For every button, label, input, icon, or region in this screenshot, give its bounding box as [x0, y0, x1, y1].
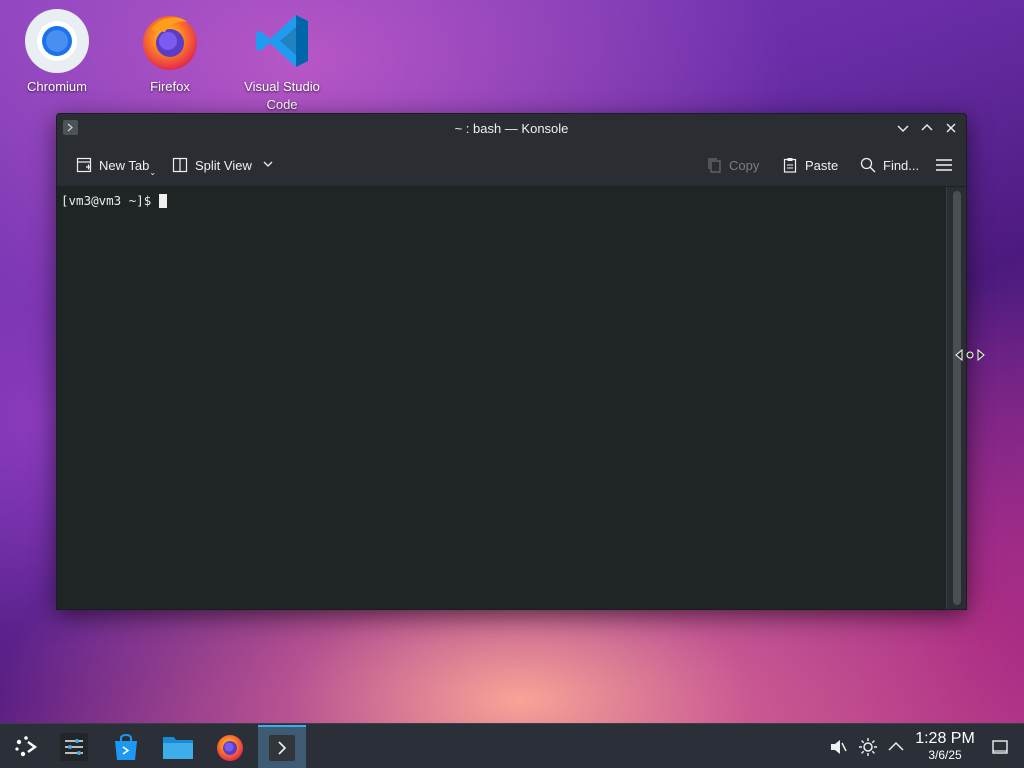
desktop-icon-firefox[interactable]: Firefox [122, 8, 218, 96]
resize-cursor-icon [955, 346, 985, 362]
volume-tray-button[interactable] [826, 724, 850, 768]
show-desktop-icon [992, 739, 1008, 754]
chevron-down-icon [897, 125, 909, 132]
shell-prompt: [vm3@vm3 ~]$ [61, 193, 152, 208]
terminal-scrollbar[interactable] [946, 187, 966, 609]
paste-button[interactable]: Paste [775, 150, 844, 180]
scrollbar-thumb[interactable] [953, 191, 961, 605]
volume-muted-icon [831, 739, 847, 754]
clock-time: 1:28 PM [915, 730, 975, 747]
hamburger-menu-icon [935, 156, 953, 174]
taskbar-discover[interactable] [102, 725, 150, 768]
taskbar-firefox[interactable] [206, 725, 254, 768]
vscode-icon [249, 8, 315, 74]
desktop-icon-label: Firefox [150, 79, 190, 94]
taskbar-konsole[interactable] [258, 725, 306, 768]
split-view-label: Split View [195, 157, 252, 173]
window-titlebar[interactable]: ~ : bash — Konsole [57, 114, 966, 143]
digital-clock[interactable]: 1:28 PM 3/6/25 [912, 730, 978, 762]
chevron-up-icon [921, 124, 933, 131]
chromium-icon [24, 8, 90, 74]
show-hidden-tray-button[interactable] [884, 724, 908, 768]
chevron-down-icon [262, 158, 274, 173]
application-launcher-button[interactable] [2, 725, 50, 768]
taskbar: 1:28 PM 3/6/25 [0, 723, 1024, 768]
system-settings-icon [60, 732, 88, 761]
search-icon [859, 156, 877, 174]
brightness-tray-button[interactable] [856, 724, 880, 768]
clock-date: 3/6/25 [928, 748, 962, 762]
discover-icon [115, 733, 137, 760]
dropdown-arrow-icon: ⌄ [149, 167, 157, 177]
show-desktop-button[interactable] [988, 724, 1012, 768]
terminal-area[interactable]: [vm3@vm3 ~]$ [57, 187, 947, 609]
new-tab-icon [75, 156, 93, 174]
split-view-icon [171, 156, 189, 174]
desktop-icon-chromium[interactable]: Chromium [9, 8, 105, 96]
hamburger-menu-button[interactable] [929, 150, 959, 180]
paste-icon [781, 156, 799, 174]
desktop-icon-vscode[interactable]: Visual Studio Code [234, 8, 330, 114]
copy-button[interactable]: Copy [699, 150, 765, 180]
brightness-icon [859, 737, 877, 756]
copy-icon [705, 156, 723, 174]
copy-label: Copy [729, 157, 760, 173]
paste-label: Paste [805, 157, 839, 173]
firefox-icon [137, 8, 203, 74]
konsole-icon [269, 734, 295, 761]
text-cursor [159, 193, 168, 208]
file-manager-icon [163, 736, 193, 759]
taskbar-system-settings[interactable] [50, 725, 98, 768]
maximize-button[interactable] [918, 119, 936, 137]
desktop-icon-label: Visual Studio Code [244, 79, 320, 112]
find-button[interactable]: Find... [853, 150, 925, 180]
window-title: ~ : bash — Konsole [454, 121, 569, 136]
minimize-button[interactable] [894, 119, 912, 137]
taskbar-file-manager[interactable] [154, 725, 202, 768]
split-view-button[interactable]: Split View [165, 150, 280, 180]
new-tab-button[interactable]: New Tab ⌄ [69, 150, 162, 180]
konsole-toolbar: New Tab ⌄ Split View Copy Paste Find... [57, 143, 966, 187]
new-tab-label: New Tab [99, 157, 150, 173]
application-launcher-icon [15, 735, 38, 756]
close-button[interactable] [942, 119, 960, 137]
konsole-window[interactable]: ~ : bash — Konsole New Tab ⌄ Split View … [56, 113, 967, 610]
find-label: Find... [883, 157, 920, 173]
close-icon [946, 123, 956, 133]
firefox-icon [217, 734, 243, 761]
desktop-icon-label: Chromium [27, 79, 87, 94]
chevron-up-icon [888, 741, 904, 751]
